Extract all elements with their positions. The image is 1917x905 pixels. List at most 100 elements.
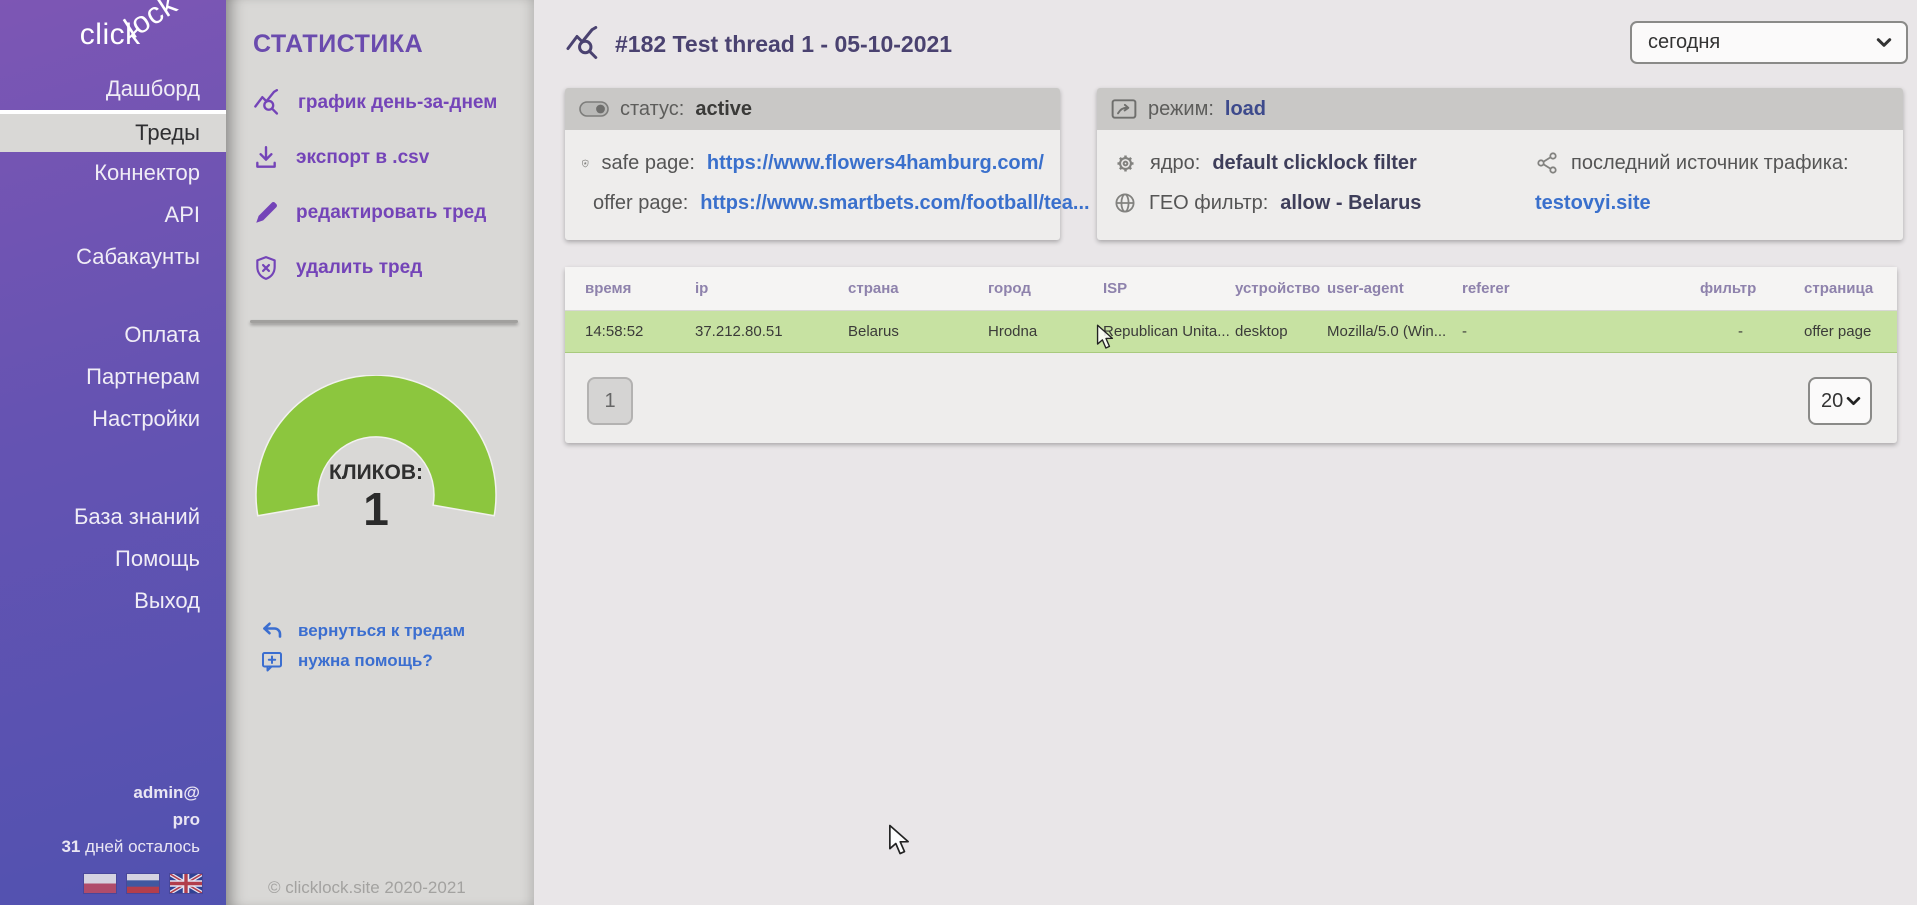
download-icon: [253, 145, 279, 171]
undo-arrow-icon: [260, 619, 284, 643]
statistics-menu: график день-за-днем экспорт в .csv редак…: [253, 86, 497, 306]
thread-title: #182 Test thread 1 - 05-10-2021: [565, 26, 952, 62]
copyright: © clicklock.site 2020-2021: [268, 878, 466, 898]
pencil-icon: [253, 200, 279, 226]
status-label: статус:: [620, 98, 684, 121]
sidebar: clicklock Дашборд Треды Коннектор API Са…: [0, 0, 226, 905]
table-row[interactable]: 14:58:52 37.212.80.51 Belarus Hrodna Rep…: [565, 310, 1897, 352]
sidebar-item-threads[interactable]: Треды: [0, 110, 226, 152]
cell-isp: Republican Unita...: [1103, 310, 1235, 352]
col-filter: фильтр: [1700, 267, 1792, 310]
language-switcher: [0, 860, 226, 905]
cell-time: 14:58:52: [565, 310, 695, 352]
globe-icon: [1113, 191, 1137, 215]
chevron-down-icon: [1846, 396, 1861, 406]
main-content: #182 Test thread 1 - 05-10-2021 сегодня …: [534, 0, 1917, 905]
clicks-table-card: время ip страна город ISP устройство use…: [565, 267, 1897, 443]
col-city: город: [988, 267, 1103, 310]
clicklock-logo[interactable]: clicklock: [80, 18, 196, 52]
gear-icon: [1113, 151, 1138, 176]
uk-flag-icon[interactable]: [170, 874, 202, 893]
need-help-link[interactable]: нужна помощь?: [260, 646, 465, 676]
mode-label: режим:: [1148, 98, 1214, 121]
menu-item-day-chart[interactable]: график день-за-днем: [253, 86, 497, 120]
table-header-row: время ip страна город ISP устройство use…: [565, 267, 1897, 310]
comment-plus-icon: [260, 649, 284, 673]
sidebar-item-dashboard[interactable]: Дашборд: [0, 68, 226, 110]
status-panel: статус: active safe page: https://www.fl…: [565, 88, 1060, 240]
chart-search-icon: [565, 26, 601, 62]
share-icon: [1535, 151, 1559, 175]
gauge-label: КЛИКОВ:: [329, 461, 423, 484]
offer-page-url[interactable]: https://www.smartbets.com/football/tea..…: [700, 192, 1089, 215]
period-select[interactable]: сегодня: [1630, 21, 1908, 64]
mode-value: load: [1225, 98, 1266, 121]
sidebar-item-partners[interactable]: Партнерам: [0, 356, 226, 398]
last-source-label: последний источник трафика:: [1571, 152, 1849, 175]
sidebar-item-connector[interactable]: Коннектор: [0, 152, 226, 194]
geo-filter-value: allow - Belarus: [1280, 192, 1421, 215]
cell-filter: -: [1700, 310, 1792, 352]
sidebar-item-subaccounts[interactable]: Сабакаунты: [0, 236, 226, 278]
last-source-link[interactable]: testovyi.site: [1535, 192, 1651, 215]
page-title: #182 Test thread 1 - 05-10-2021: [615, 31, 952, 58]
col-time: время: [565, 267, 695, 310]
chevron-down-icon: [1876, 37, 1892, 48]
offer-page-label: offer page:: [593, 192, 688, 215]
col-user-agent: user-agent: [1327, 267, 1462, 310]
core-value: default clicklock filter: [1212, 152, 1417, 175]
mode-panel-header: режим: load: [1097, 88, 1903, 130]
sidebar-item-logout[interactable]: Выход: [0, 580, 226, 622]
mouse-cursor: [888, 824, 910, 856]
shield-star-icon: [581, 151, 590, 176]
account-info: admin@ pro 31 дней осталось: [0, 779, 226, 860]
core-label: ядро:: [1150, 152, 1200, 175]
statistics-side-panel: СТАТИСТИКА график день-за-днем экспорт в…: [226, 0, 534, 905]
col-isp: ISP: [1103, 267, 1235, 310]
box-arrow-icon: [1111, 98, 1137, 120]
page-1-button[interactable]: 1: [587, 377, 633, 425]
shield-x-icon: [253, 255, 279, 281]
safe-page-label: safe page:: [602, 152, 695, 175]
col-country: страна: [848, 267, 988, 310]
safe-page-url[interactable]: https://www.flowers4hamburg.com/: [707, 152, 1044, 175]
chart-search-icon: [253, 89, 281, 117]
sidebar-item-settings[interactable]: Настройки: [0, 398, 226, 440]
toggle-on-icon: [579, 100, 609, 118]
gauge-value: 1: [363, 483, 389, 535]
sidebar-nav: Дашборд Треды Коннектор API Сабакаунты О…: [0, 68, 226, 622]
status-panel-header: статус: active: [565, 88, 1060, 130]
sidebar-item-payment[interactable]: Оплата: [0, 314, 226, 356]
menu-item-delete-thread[interactable]: удалить тред: [253, 251, 497, 285]
cell-ip: 37.212.80.51: [695, 310, 848, 352]
cell-user-agent: Mozilla/5.0 (Win...: [1327, 310, 1462, 352]
sidebar-item-help[interactable]: Помощь: [0, 538, 226, 580]
menu-item-export-csv[interactable]: экспорт в .csv: [253, 141, 497, 175]
cell-city: Hrodna: [988, 310, 1103, 352]
russia-flag-icon[interactable]: [127, 874, 159, 893]
col-page: страница: [1792, 267, 1897, 310]
account-plan: pro: [0, 806, 200, 833]
sidebar-item-api[interactable]: API: [0, 194, 226, 236]
poland-flag-icon[interactable]: [84, 874, 116, 893]
account-days-left: 31 дней осталось: [0, 833, 200, 860]
geo-filter-label: ГЕО фильтр:: [1149, 192, 1268, 215]
statistics-title: СТАТИСТИКА: [253, 30, 423, 59]
mode-panel: режим: load ядро: default clicklock filt…: [1097, 88, 1903, 240]
cell-country: Belarus: [848, 310, 988, 352]
account-email: admin@: [0, 779, 200, 806]
col-device: устройство: [1235, 267, 1327, 310]
divider: [250, 320, 518, 323]
status-value: active: [695, 98, 752, 121]
menu-item-edit-thread[interactable]: редактировать тред: [253, 196, 497, 230]
clicks-gauge: КЛИКОВ: 1: [255, 375, 497, 545]
col-ip: ip: [695, 267, 848, 310]
sidebar-item-knowledge-base[interactable]: База знаний: [0, 496, 226, 538]
cell-page: offer page: [1792, 310, 1897, 352]
cell-device: desktop: [1235, 310, 1327, 352]
clicks-table: время ip страна город ISP устройство use…: [565, 267, 1897, 353]
col-referer: referer: [1462, 267, 1700, 310]
back-to-threads-link[interactable]: вернуться к тредам: [260, 616, 465, 646]
page-size-select[interactable]: 20: [1808, 377, 1872, 425]
statistics-links: вернуться к тредам нужна помощь?: [260, 616, 465, 676]
